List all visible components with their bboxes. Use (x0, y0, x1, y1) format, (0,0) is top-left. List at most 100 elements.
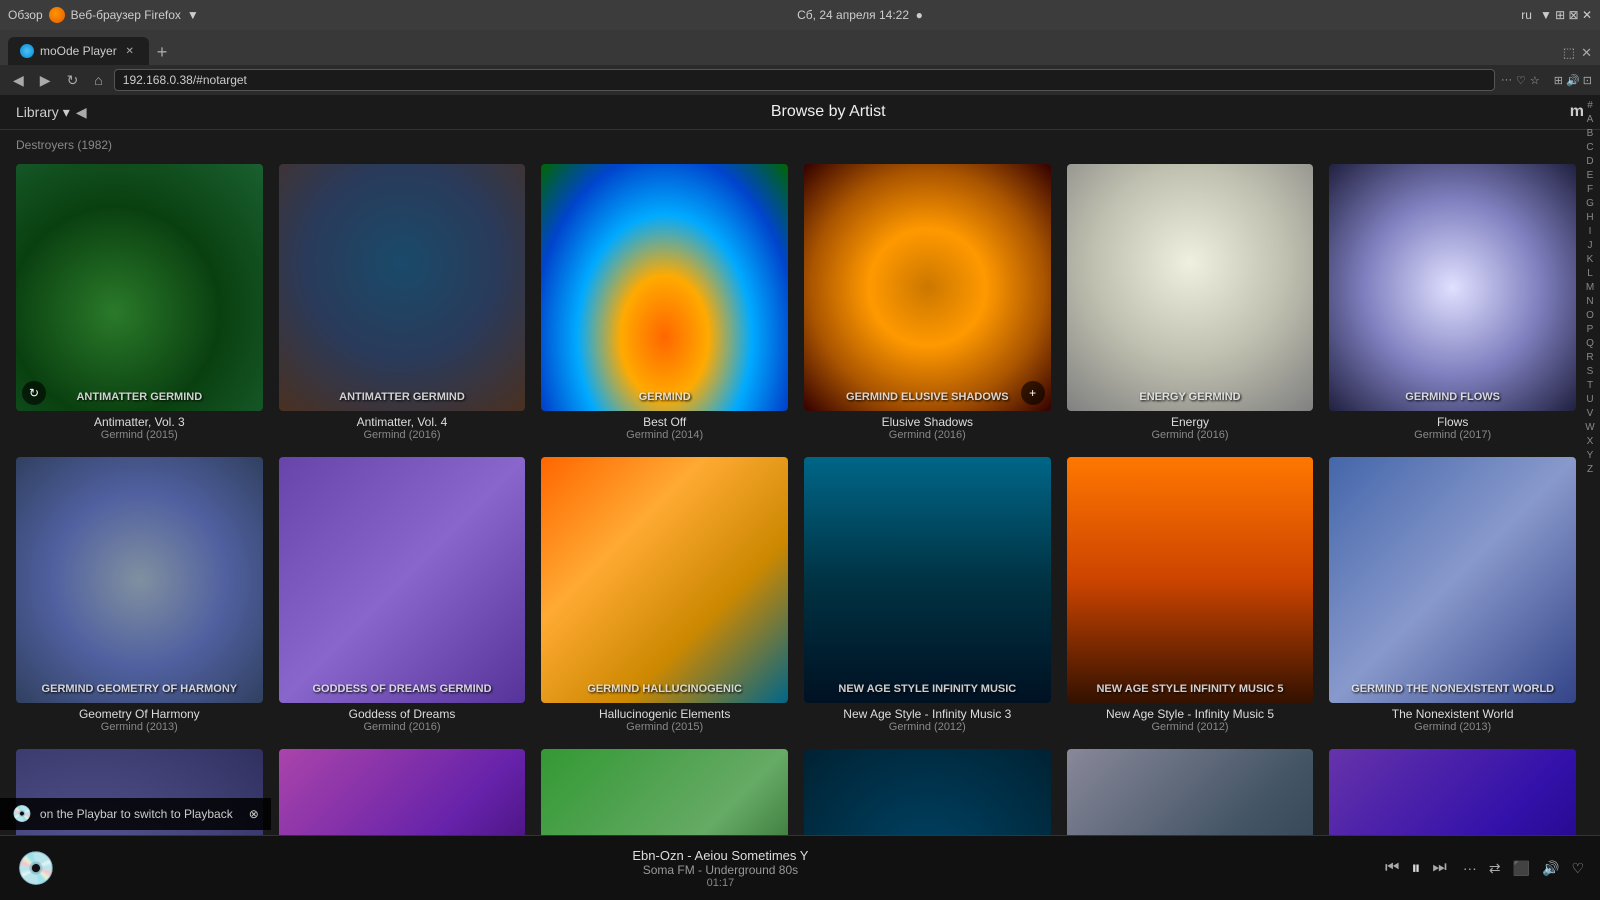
browser-label: Веб-браузер Firefox (71, 8, 181, 22)
alpha-letter-u[interactable]: U (1586, 393, 1593, 406)
album-item-7[interactable]: GERMIND Geometry Of HarmonyGeometry Of H… (16, 457, 263, 734)
album-item-6[interactable]: GERMIND FlowsFlowsGermind (2017) (1329, 164, 1576, 441)
album-item-17[interactable]: Germind (1067, 749, 1314, 835)
prev-button[interactable]: ⏮ (1385, 859, 1399, 877)
album-cover-4: GERMIND ELUSIVE SHADOWS+ (804, 164, 1051, 411)
album-cover-5: ENERGY GERMIND (1067, 164, 1314, 411)
album-cover-18 (1329, 749, 1576, 835)
alpha-letter-s[interactable]: S (1587, 365, 1594, 378)
album-item-12[interactable]: GERMIND The Nonexistent WorldThe Nonexis… (1329, 457, 1576, 734)
repeat-icon[interactable]: ⬛ (1513, 860, 1530, 877)
album-cover-10: New Age Style INFINITY MUSIC (804, 457, 1051, 704)
album-artist-7: Germind (2013) (101, 721, 178, 733)
alpha-letter-o[interactable]: O (1586, 309, 1594, 322)
alpha-letter-n[interactable]: N (1586, 295, 1593, 308)
next-button[interactable]: ⏭ (1432, 859, 1446, 877)
alpha-letter-f[interactable]: F (1587, 183, 1593, 196)
shuffle-icon[interactable]: ⇄ (1489, 860, 1501, 877)
album-item-3[interactable]: GERMINDBest OffGermind (2014) (541, 164, 788, 441)
alpha-letter-b[interactable]: B (1587, 127, 1594, 140)
alpha-letter-g[interactable]: G (1586, 197, 1594, 210)
album-item-15[interactable]: GERMINDGermind (541, 749, 788, 835)
title-bar-icons: ▼ ⊞ ⊠ ✕ (1540, 8, 1592, 22)
forward-button[interactable]: ▶ (35, 70, 56, 91)
alpha-letter-e[interactable]: E (1587, 169, 1594, 182)
album-item-18[interactable]: Germind (1329, 749, 1576, 835)
pause-button[interactable]: ⏸ (1411, 858, 1420, 879)
url-bar[interactable] (114, 69, 1495, 91)
tab-close-button[interactable]: ✕ (123, 44, 137, 58)
volume-icon[interactable]: 🔊 (1542, 860, 1559, 877)
app-content: Library ▾ ◀ Browse by Artist m Destroyer… (0, 95, 1600, 835)
album-item-4[interactable]: GERMIND ELUSIVE SHADOWS+Elusive ShadowsG… (804, 164, 1051, 441)
back-button[interactable]: ◀ (8, 70, 29, 91)
library-button[interactable]: Library ▾ (16, 104, 70, 121)
more-options-icon[interactable]: ··· (1463, 860, 1477, 876)
nav-extra-icons: ··· ♡ ☆ (1501, 74, 1540, 87)
alpha-letter-v[interactable]: V (1587, 407, 1594, 420)
playback-time: 01:17 (72, 877, 1369, 889)
title-bar-left: Обзор Веб-браузер Firefox ▼ (8, 7, 199, 23)
vinyl-small-icon: 💿 (16, 849, 56, 887)
album-overlay-right-4[interactable]: + (1021, 381, 1045, 405)
album-cover-14: GERMIND (279, 749, 526, 835)
album-item-14[interactable]: GERMINDGermind (279, 749, 526, 835)
alpha-letter-p[interactable]: P (1587, 323, 1594, 336)
more-icon[interactable]: ··· (1501, 74, 1512, 86)
album-item-16[interactable]: GERMIND TransformationGermind (804, 749, 1051, 835)
alpha-letter-d[interactable]: D (1586, 155, 1593, 168)
vinyl-icon: 💿 (12, 804, 32, 824)
home-button[interactable]: ⌂ (89, 70, 107, 90)
album-artist-3: Germind (2014) (626, 429, 703, 441)
album-item-5[interactable]: ENERGY GERMINDEnergyGermind (2016) (1067, 164, 1314, 441)
album-item-2[interactable]: antimatter GERMINDAntimatter, Vol. 4Germ… (279, 164, 526, 441)
album-item-1[interactable]: antimatter GERMIND↻Antimatter, Vol. 3Ger… (16, 164, 263, 441)
album-title-3: Best Off (643, 415, 686, 429)
alpha-letter-i[interactable]: I (1589, 225, 1592, 238)
alpha-letter-a[interactable]: A (1587, 113, 1594, 126)
album-overlay-left-1[interactable]: ↻ (22, 381, 46, 405)
new-tab-button[interactable]: + (149, 42, 176, 63)
alpha-letter-t[interactable]: T (1587, 379, 1593, 392)
alpha-letter-m[interactable]: M (1586, 281, 1594, 294)
alphabet-sidebar[interactable]: #ABCDEFGHIJKLMNOPQRSTUVWXYZ (1580, 95, 1600, 480)
album-item-8[interactable]: GODDESS OF DREAMS GERMINDGoddess of Drea… (279, 457, 526, 734)
alpha-letter-l[interactable]: L (1587, 267, 1593, 280)
alpha-letter-c[interactable]: C (1586, 141, 1593, 154)
nav-bar: ◀ ▶ ↻ ⌂ ··· ♡ ☆ ⊞ 🔊 ⊡ (0, 65, 1600, 95)
active-tab[interactable]: moOde Player ✕ (8, 37, 149, 65)
alpha-letter-j[interactable]: J (1588, 239, 1593, 252)
alpha-letter-z[interactable]: Z (1587, 463, 1593, 476)
alpha-letter-x[interactable]: X (1587, 435, 1594, 448)
restore-icon[interactable]: ⬚ (1563, 45, 1575, 61)
album-artist-11: Germind (2012) (1151, 721, 1228, 733)
back-nav-button[interactable]: ◀ (76, 104, 87, 121)
close-icon[interactable]: ✕ (1581, 45, 1592, 61)
heart-icon[interactable]: ♡ (1571, 860, 1584, 877)
bookmark-icon[interactable]: ♡ (1516, 74, 1526, 87)
alpha-letter-#[interactable]: # (1587, 99, 1593, 112)
albums-scroll-area: Destroyers (1982) antimatter GERMIND↻Ant… (0, 130, 1600, 835)
alpha-letter-k[interactable]: K (1587, 253, 1594, 266)
album-artist-12: Germind (2013) (1414, 721, 1491, 733)
library-dropdown-icon: ▾ (63, 104, 70, 121)
alpha-letter-q[interactable]: Q (1586, 337, 1594, 350)
playback-controls: 💿 Ebn-Ozn - Aeiou Sometimes Y Soma FM - … (16, 848, 1584, 889)
album-item-11[interactable]: New Age Style Infinity Music 5New Age St… (1067, 457, 1314, 734)
alpha-letter-w[interactable]: W (1585, 421, 1594, 434)
toast-close[interactable]: ⊗ (249, 807, 259, 821)
album-title-1: Antimatter, Vol. 3 (94, 415, 185, 429)
album-item-10[interactable]: New Age Style INFINITY MUSICNew Age Styl… (804, 457, 1051, 734)
album-item-9[interactable]: GERMIND HallucinogenicHallucinogenic Ele… (541, 457, 788, 734)
playback-title: Ebn-Ozn - Aeiou Sometimes Y (72, 848, 1369, 863)
dropdown-arrow[interactable]: ▼ (187, 8, 199, 22)
album-title-8: Goddess of Dreams (349, 707, 456, 721)
library-label: Library (16, 104, 59, 120)
refresh-button[interactable]: ↻ (62, 70, 84, 91)
star-icon[interactable]: ☆ (1530, 74, 1540, 87)
alpha-letter-r[interactable]: R (1586, 351, 1593, 364)
alpha-letter-y[interactable]: Y (1587, 449, 1594, 462)
page-title: Browse by Artist (87, 103, 1570, 121)
alpha-letter-h[interactable]: H (1586, 211, 1593, 224)
overview-label: Обзор (8, 8, 43, 22)
